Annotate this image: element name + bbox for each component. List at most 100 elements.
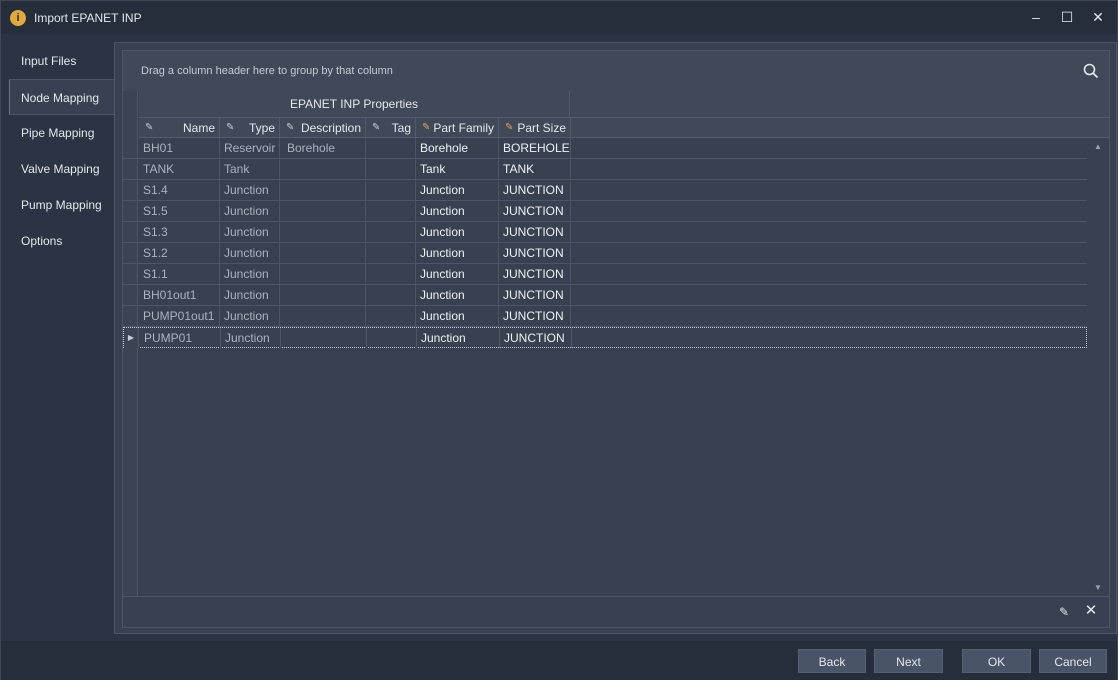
edit-icon[interactable]: ✎	[1057, 605, 1071, 619]
group-by-panel[interactable]: Drag a column header here to group by th…	[123, 51, 1109, 91]
cell-type[interactable]: Junction	[220, 180, 280, 200]
table-row[interactable]: BH01out1 Junction Junction JUNCTION	[123, 285, 1087, 306]
cell-part-size[interactable]: BOREHOLE	[499, 138, 571, 158]
table-row[interactable]: S1.3 Junction Junction JUNCTION	[123, 222, 1087, 243]
row-indicator[interactable]	[123, 264, 138, 284]
sidebar-item-pipe-mapping[interactable]: Pipe Mapping	[9, 115, 115, 151]
cancel-button[interactable]: Cancel	[1039, 649, 1107, 673]
cell-part-size[interactable]: JUNCTION	[499, 264, 571, 284]
cell-type[interactable]: Reservoir	[220, 138, 280, 158]
table-row[interactable]: TANK Tank Tank TANK	[123, 159, 1087, 180]
cell-part-size[interactable]: JUNCTION	[499, 306, 571, 326]
cell-part-family[interactable]: Junction	[417, 328, 500, 348]
cell-tag[interactable]	[366, 201, 416, 221]
cell-description[interactable]	[280, 180, 366, 200]
row-indicator[interactable]	[123, 201, 138, 221]
cell-name[interactable]: S1.3	[139, 222, 220, 242]
column-header-tag[interactable]: ✎ Tag	[366, 118, 416, 138]
row-indicator[interactable]	[123, 285, 138, 305]
cell-part-family[interactable]: Borehole	[416, 138, 499, 158]
cell-tag[interactable]	[366, 243, 416, 263]
cell-tag[interactable]	[366, 180, 416, 200]
cell-part-family[interactable]: Junction	[416, 306, 499, 326]
scroll-up-icon[interactable]: ▲	[1094, 142, 1102, 151]
cell-description[interactable]	[280, 159, 366, 179]
cell-name[interactable]: BH01	[139, 138, 220, 158]
row-indicator[interactable]	[123, 138, 138, 158]
cell-part-family[interactable]: Junction	[416, 180, 499, 200]
maximize-icon[interactable]: ☐	[1057, 7, 1077, 27]
cell-type[interactable]: Junction	[221, 328, 281, 348]
column-header-type[interactable]: ✎ Type	[220, 118, 280, 138]
table-row[interactable]: S1.4 Junction Junction JUNCTION	[123, 180, 1087, 201]
cell-name[interactable]: PUMP01	[140, 328, 221, 348]
cell-description[interactable]	[281, 328, 367, 348]
next-button[interactable]: Next	[874, 649, 943, 673]
cell-tag[interactable]	[367, 328, 417, 348]
sidebar-item-node-mapping[interactable]: Node Mapping	[9, 79, 115, 115]
ok-button[interactable]: OK	[962, 649, 1031, 673]
current-row-indicator-icon[interactable]: ▶	[124, 328, 139, 348]
cell-tag[interactable]	[366, 306, 416, 326]
cell-description[interactable]: Borehole	[280, 138, 366, 158]
cell-description[interactable]	[280, 243, 366, 263]
cell-name[interactable]: S1.2	[139, 243, 220, 263]
table-row[interactable]: S1.5 Junction Junction JUNCTION	[123, 201, 1087, 222]
cell-description[interactable]	[280, 201, 366, 221]
cell-part-family[interactable]: Junction	[416, 285, 499, 305]
cell-type[interactable]: Junction	[220, 264, 280, 284]
cell-type[interactable]: Junction	[220, 222, 280, 242]
row-indicator[interactable]	[123, 222, 138, 242]
cell-description[interactable]	[280, 285, 366, 305]
table-row-current[interactable]: ▶ PUMP01 Junction Junction JUNCTION	[123, 327, 1087, 348]
cell-part-size[interactable]: JUNCTION	[499, 201, 571, 221]
sidebar-item-options[interactable]: Options	[9, 223, 115, 259]
cell-part-family[interactable]: Junction	[416, 243, 499, 263]
cell-part-family[interactable]: Tank	[416, 159, 499, 179]
cell-tag[interactable]	[366, 138, 416, 158]
search-icon[interactable]	[1083, 63, 1099, 79]
cell-part-size[interactable]: JUNCTION	[499, 285, 571, 305]
minimize-icon[interactable]: –	[1026, 7, 1046, 27]
cell-name[interactable]: S1.1	[139, 264, 220, 284]
table-row[interactable]: S1.1 Junction Junction JUNCTION	[123, 264, 1087, 285]
cell-part-size[interactable]: JUNCTION	[500, 328, 572, 348]
cell-tag[interactable]	[366, 285, 416, 305]
cell-type[interactable]: Tank	[220, 159, 280, 179]
scroll-down-icon[interactable]: ▼	[1094, 583, 1102, 592]
table-row[interactable]: S1.2 Junction Junction JUNCTION	[123, 243, 1087, 264]
cell-name[interactable]: PUMP01out1	[139, 306, 220, 326]
sidebar-item-valve-mapping[interactable]: Valve Mapping	[9, 151, 115, 187]
table-row[interactable]: BH01 Reservoir Borehole Borehole BOREHOL…	[123, 138, 1087, 159]
cell-part-family[interactable]: Junction	[416, 264, 499, 284]
cell-description[interactable]	[280, 264, 366, 284]
cell-part-size[interactable]: JUNCTION	[499, 243, 571, 263]
cell-part-family[interactable]: Junction	[416, 222, 499, 242]
cell-tag[interactable]	[366, 264, 416, 284]
column-header-name[interactable]: ✎ Name	[139, 118, 220, 138]
cell-part-size[interactable]: TANK	[499, 159, 571, 179]
cell-type[interactable]: Junction	[220, 306, 280, 326]
column-header-description[interactable]: ✎ Description	[280, 118, 366, 138]
cell-tag[interactable]	[366, 222, 416, 242]
sidebar-item-pump-mapping[interactable]: Pump Mapping	[9, 187, 115, 223]
table-row[interactable]: PUMP01out1 Junction Junction JUNCTION	[123, 306, 1087, 327]
cell-type[interactable]: Junction	[220, 285, 280, 305]
row-indicator[interactable]	[123, 243, 138, 263]
delete-icon[interactable]: ✕	[1083, 603, 1099, 619]
cell-tag[interactable]	[366, 159, 416, 179]
cell-part-size[interactable]: JUNCTION	[499, 180, 571, 200]
sidebar-item-input-files[interactable]: Input Files	[9, 43, 115, 79]
cell-name[interactable]: BH01out1	[139, 285, 220, 305]
cell-description[interactable]	[280, 306, 366, 326]
cell-part-size[interactable]: JUNCTION	[499, 222, 571, 242]
row-indicator[interactable]	[123, 180, 138, 200]
close-icon[interactable]: ✕	[1088, 7, 1108, 27]
row-indicator[interactable]	[123, 306, 138, 326]
row-indicator[interactable]	[123, 159, 138, 179]
vertical-scrollbar[interactable]: ▲ ▼	[1089, 138, 1109, 596]
cell-type[interactable]: Junction	[220, 201, 280, 221]
cell-description[interactable]	[280, 222, 366, 242]
cell-name[interactable]: S1.5	[139, 201, 220, 221]
column-header-part-family[interactable]: ✎ Part Family	[416, 118, 499, 138]
